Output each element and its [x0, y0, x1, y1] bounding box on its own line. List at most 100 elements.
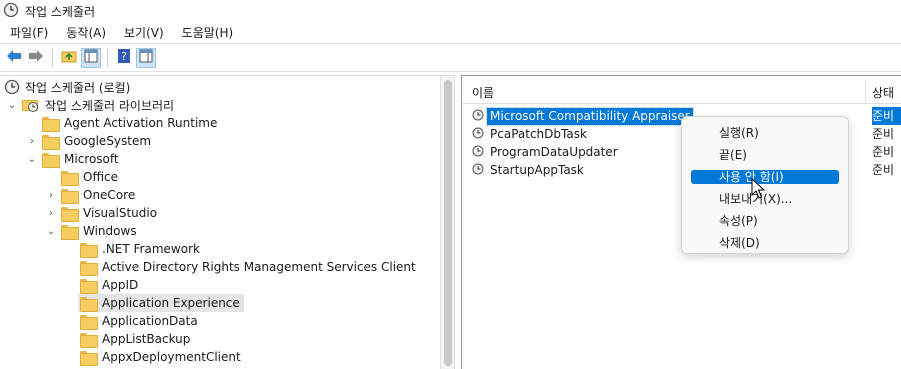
tree-item-application-experience[interactable]: Application Experience: [78, 294, 244, 312]
task-status: 준비: [872, 163, 895, 177]
tree-item-label: Active Directory Rights Management Servi…: [102, 260, 416, 274]
tree-item-label: VisualStudio: [83, 206, 158, 220]
forward-button[interactable]: [26, 48, 46, 68]
folder-icon: [80, 314, 98, 330]
column-divider[interactable]: [865, 80, 866, 102]
help-icon: ?: [117, 48, 131, 67]
clock-icon: [4, 79, 20, 95]
show-hide-tree-button[interactable]: [81, 47, 101, 68]
menu-item-disable[interactable]: 사용 안 함(I): [691, 170, 839, 184]
folder-icon: [61, 188, 79, 204]
show-hide-tree-icon: [84, 49, 98, 66]
chevron-down-icon[interactable]: ⌄: [26, 153, 38, 165]
menu-item-end[interactable]: 끝(E): [691, 144, 839, 166]
chevron-down-icon[interactable]: ⌄: [6, 99, 18, 111]
menu-item-export[interactable]: 내보내기(X)...: [691, 188, 839, 210]
toolbar: ?: [0, 43, 901, 72]
folder-icon: [61, 170, 79, 186]
folder-icon: [42, 134, 60, 150]
menu-help[interactable]: 도움말(H): [172, 24, 242, 41]
tree-item-microsoft[interactable]: ⌄ Microsoft: [26, 150, 119, 168]
tree-item-agent-activation-runtime[interactable]: Agent Activation Runtime: [42, 114, 217, 132]
task-name: PcaPatchDbTask: [490, 126, 587, 141]
menu-bar: 파일(F) 동작(A) 보기(V) 도움말(H): [0, 22, 901, 43]
back-icon: [6, 49, 22, 66]
tree-item-local[interactable]: 작업 스케줄러 (로컬): [4, 78, 130, 96]
task-scheduler-clock-icon: [3, 2, 19, 21]
tree-item-windows[interactable]: ⌄ Windows: [45, 222, 137, 240]
tree-item-ad-rms-client[interactable]: Active Directory Rights Management Servi…: [80, 258, 416, 276]
task-name: StartupAppTask: [490, 162, 584, 177]
mouse-cursor-icon: [751, 177, 766, 203]
tree-item-label: Windows: [83, 224, 137, 238]
show-hide-action-pane-button[interactable]: [136, 47, 156, 68]
tree-item-appxdeploymentclient[interactable]: AppxDeploymentClient: [80, 348, 241, 366]
tree-item-label: AppID: [102, 278, 139, 292]
chevron-right-icon[interactable]: ›: [26, 135, 38, 147]
column-header-name[interactable]: 이름: [472, 84, 494, 101]
tree-item-label: GoogleSystem: [64, 134, 152, 148]
tree-item-appid[interactable]: AppID: [80, 276, 138, 294]
tree-item-applicationdata[interactable]: ApplicationData: [80, 312, 198, 330]
window-title: 작업 스케줄러: [25, 4, 96, 19]
tree-item-label: OneCore: [83, 188, 136, 202]
menu-item-properties[interactable]: 속성(P): [691, 210, 839, 232]
folder-icon: [80, 260, 98, 276]
task-status: 준비: [872, 145, 895, 159]
tree-item-net-framework[interactable]: .NET Framework: [80, 240, 200, 258]
tree-item-visualstudio[interactable]: › VisualStudio: [45, 204, 157, 222]
tree-scrollbar[interactable]: [440, 76, 454, 369]
folder-icon: [80, 350, 98, 366]
tree-item-applistbackup[interactable]: AppListBackup: [80, 330, 190, 348]
folder-icon: [61, 224, 79, 240]
tree-item-label: Agent Activation Runtime: [64, 116, 218, 130]
folder-icon: [80, 278, 98, 294]
menu-file[interactable]: 파일(F): [0, 24, 56, 41]
folder-icon: [80, 242, 98, 258]
task-clock-icon: [472, 163, 484, 178]
toolbar-separator: [107, 48, 108, 67]
toolbar-separator: [52, 48, 53, 67]
menu-action[interactable]: 동작(A): [56, 24, 114, 41]
chevron-right-icon[interactable]: ›: [45, 189, 57, 201]
tree-item-onecore[interactable]: › OneCore: [45, 186, 135, 204]
chevron-right-icon[interactable]: ›: [45, 207, 57, 219]
task-name: ProgramDataUpdater: [490, 144, 618, 159]
tree-item-office[interactable]: Office: [61, 168, 118, 186]
tree-scrollbar-thumb[interactable]: [444, 80, 452, 366]
back-button[interactable]: [4, 48, 24, 68]
task-list-header: 이름 상태: [462, 76, 901, 104]
task-clock-icon: [472, 109, 484, 124]
show-hide-action-pane-icon: [139, 49, 153, 66]
console-tree: 작업 스케줄러 (로컬) ⌄ 작업 스케줄러 라이브러리 Agent Activ…: [0, 75, 455, 369]
help-button[interactable]: ?: [114, 48, 134, 68]
folder-icon: [42, 152, 60, 168]
folder-clock-icon: [22, 98, 39, 113]
folder-icon: [61, 206, 79, 222]
column-header-status[interactable]: 상태: [872, 84, 894, 101]
chevron-down-icon[interactable]: ⌄: [45, 225, 57, 237]
tree-item-label: Microsoft: [64, 152, 119, 166]
menu-view[interactable]: 보기(V): [114, 24, 172, 41]
tree-item-label: AppxDeploymentClient: [102, 350, 241, 364]
title-bar: 작업 스케줄러: [0, 0, 901, 22]
task-clock-icon: [472, 127, 484, 142]
tree-item-label: AppListBackup: [102, 332, 191, 346]
up-folder-icon: [61, 49, 77, 66]
context-menu: 실행(R) 끝(E) 사용 안 함(I) 내보내기(X)... 속성(P) 삭제…: [681, 116, 849, 254]
task-name: Microsoft Compatibility Appraiser: [486, 106, 694, 126]
task-status: 준비: [872, 127, 895, 141]
folder-icon: [80, 332, 98, 348]
tree-item-label: 작업 스케줄러 (로컬): [25, 80, 131, 95]
menu-item-run[interactable]: 실행(R): [691, 122, 839, 144]
folder-icon: [42, 116, 60, 132]
tree-item-googlesystem[interactable]: › GoogleSystem: [26, 132, 151, 150]
svg-text:?: ?: [121, 50, 127, 63]
tree-item-library[interactable]: ⌄ 작업 스케줄러 라이브러리: [6, 96, 174, 114]
tree-item-label: 작업 스케줄러 라이브러리: [45, 98, 175, 113]
forward-icon: [28, 49, 44, 66]
up-folder-button[interactable]: [59, 48, 79, 68]
menu-item-delete[interactable]: 삭제(D): [691, 232, 839, 254]
task-clock-icon: [472, 145, 484, 160]
tree-item-label: Application Experience: [102, 296, 240, 310]
